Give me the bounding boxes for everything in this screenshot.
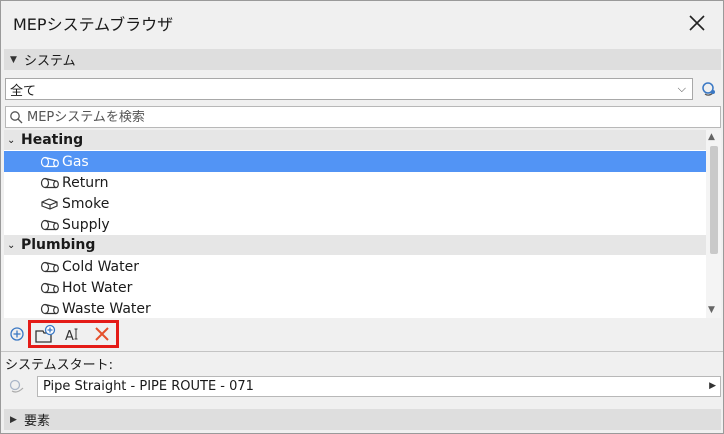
pipe-icon xyxy=(40,155,60,169)
mep-system-browser-window: MEPシステムブラウザ ▼ システム 全て ⌵ ⌄ Heating Gas xyxy=(0,0,724,434)
pipe-icon xyxy=(40,218,60,232)
titlebar: MEPシステムブラウザ xyxy=(1,1,723,45)
tree-item-hot-water[interactable]: Hot Water xyxy=(4,277,706,298)
chevron-down-icon: ⌵ xyxy=(677,82,686,95)
search-icon xyxy=(10,111,23,124)
expand-caret-icon: ⌄ xyxy=(7,239,16,251)
close-icon xyxy=(689,15,705,31)
tree-item-supply[interactable]: Supply xyxy=(4,214,706,235)
tree-item-label: Hot Water xyxy=(62,279,133,296)
tree-item-label: Gas xyxy=(62,153,89,170)
tree-item-waste-water[interactable]: Waste Water xyxy=(4,298,706,318)
system-start-pick-button[interactable] xyxy=(8,378,28,394)
tree-scrollbar[interactable]: ▲ ▼ xyxy=(706,130,721,318)
duct-icon xyxy=(40,197,60,211)
system-start-label: システムスタート: xyxy=(5,358,113,373)
tree-item-smoke[interactable]: Smoke xyxy=(4,193,706,214)
system-start-select[interactable]: Pipe Straight - PIPE ROUTE - 071 ▶ xyxy=(37,376,721,397)
tree-group-label: Plumbing xyxy=(21,237,96,253)
tree-item-label: Supply xyxy=(62,216,110,233)
tree-item-return[interactable]: Return xyxy=(4,172,706,193)
close-button[interactable] xyxy=(685,11,709,35)
scroll-down-icon[interactable]: ▼ xyxy=(708,305,715,315)
tree-item-label: Return xyxy=(62,174,109,191)
system-tree: ⌄ Heating Gas Return Smoke Supply ⌄ Plum… xyxy=(4,130,721,318)
expand-triangle-icon: ▶ xyxy=(10,414,17,425)
pipe-icon xyxy=(40,281,60,295)
window-title: MEPシステムブラウザ xyxy=(13,15,174,34)
tree-item-label: Smoke xyxy=(62,195,110,212)
elements-section-label: 要素 xyxy=(24,414,51,429)
search-input[interactable] xyxy=(23,109,623,125)
tree-group-heating[interactable]: ⌄ Heating xyxy=(4,130,706,150)
system-start-value: Pipe Straight - PIPE ROUTE - 071 xyxy=(43,379,254,394)
system-start-icon xyxy=(9,379,24,393)
tree-item-gas[interactable]: Gas xyxy=(4,151,706,172)
pipe-icon xyxy=(40,176,60,190)
add-system-button[interactable] xyxy=(6,323,28,345)
system-filter-select[interactable]: 全て ⌵ xyxy=(5,78,693,100)
search-box[interactable] xyxy=(5,106,721,128)
scrollbar-thumb[interactable] xyxy=(710,146,718,254)
scroll-up-icon[interactable]: ▲ xyxy=(708,132,715,142)
add-system-icon xyxy=(10,327,24,341)
system-section-label: システム xyxy=(24,54,76,69)
system-link-icon xyxy=(702,82,715,96)
system-section-header[interactable]: ▼ システム xyxy=(4,49,721,70)
pipe-icon xyxy=(40,302,60,316)
divider xyxy=(1,351,723,352)
expand-caret-icon: ⌄ xyxy=(7,134,16,146)
system-toolbar: A xyxy=(4,319,721,349)
expand-arrow-icon: ▶ xyxy=(709,381,716,391)
system-settings-button[interactable] xyxy=(699,79,719,99)
pipe-icon xyxy=(40,260,60,274)
tree-item-label: Waste Water xyxy=(62,300,151,317)
tree-group-plumbing[interactable]: ⌄ Plumbing xyxy=(4,235,706,255)
elements-section-header[interactable]: ▶ 要素 xyxy=(4,409,721,430)
tree-item-cold-water[interactable]: Cold Water xyxy=(4,256,706,277)
collapse-triangle-icon: ▼ xyxy=(10,54,17,65)
tree-item-label: Cold Water xyxy=(62,258,139,275)
highlight-annotation xyxy=(28,320,119,348)
system-filter-value: 全て xyxy=(10,83,37,99)
tree-group-label: Heating xyxy=(21,132,84,148)
